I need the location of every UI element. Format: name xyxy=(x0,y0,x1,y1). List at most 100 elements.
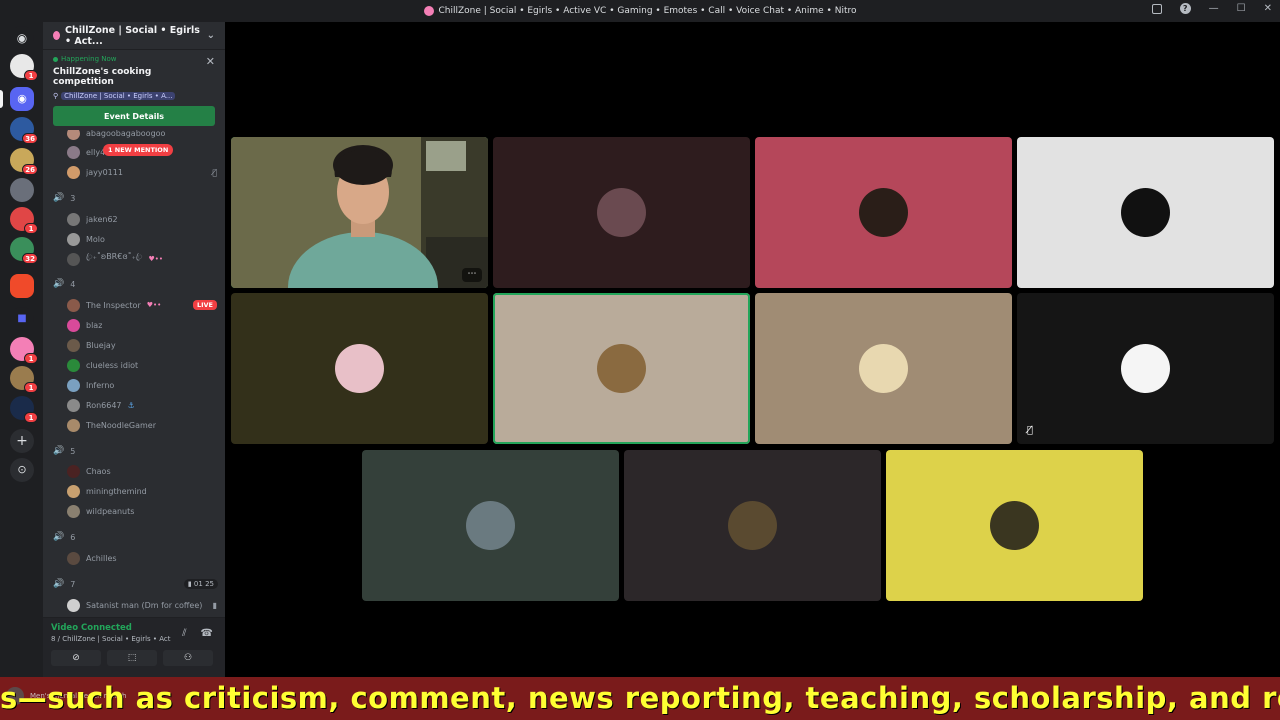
username: jaken62 xyxy=(86,214,118,224)
chevron-down-icon: ⌄ xyxy=(206,30,215,41)
voice-user[interactable]: TheNoodleGamer xyxy=(67,418,217,432)
channel-name: 5 xyxy=(70,446,76,456)
channel-name: 6 xyxy=(70,532,76,542)
live-badge: LIVE xyxy=(192,300,217,310)
video-tile-user[interactable] xyxy=(1017,137,1274,288)
avatar xyxy=(728,501,777,550)
voice-user[interactable]: Ron6647 ⚓ xyxy=(67,398,217,412)
video-tile-user[interactable] xyxy=(886,450,1143,601)
video-tile-user[interactable]: 🎙̸ xyxy=(1017,293,1274,444)
avatar xyxy=(67,212,80,226)
server-icon-3[interactable]: 26 xyxy=(10,148,38,175)
username: abagoobagaboogoo xyxy=(86,130,166,138)
disconnect-icon[interactable]: ☎ xyxy=(201,628,213,639)
muted-icon: 🎙̸ xyxy=(1027,425,1034,436)
voice-user[interactable]: blaz xyxy=(67,318,217,332)
video-tile-user[interactable] xyxy=(231,293,488,444)
event-details-button[interactable]: Event Details xyxy=(53,106,215,126)
voice-user[interactable]: Molo xyxy=(67,232,217,246)
discord-server-icon[interactable]: ◉ xyxy=(10,87,34,111)
server-icon-8[interactable]: 1 xyxy=(10,337,38,364)
muted-icon: 🎙̸ xyxy=(212,167,217,177)
channel-list: abagoobagaboogoo elly4220 1 NEW MENTION … xyxy=(43,130,225,617)
speaker-icon: 🔊 xyxy=(53,446,65,456)
server-logo-icon xyxy=(53,31,60,40)
window-controls: ? — ☐ ✕ xyxy=(1151,3,1272,14)
activity-button[interactable]: ⚇ xyxy=(163,650,213,666)
server-badge: 26 xyxy=(22,164,38,175)
close-window-button[interactable]: ✕ xyxy=(1264,3,1272,14)
inbox-icon[interactable] xyxy=(1151,3,1162,14)
event-status: Happening Now xyxy=(53,55,215,63)
video-tile-user[interactable] xyxy=(493,137,750,288)
active-server-pill xyxy=(0,90,3,108)
discord-home-icon[interactable]: ◉ xyxy=(10,26,34,50)
server-name: ChillZone | Social • Egirls • Act... xyxy=(64,24,200,47)
voice-user[interactable]: Satanist man (Dm for coffee) ▮ xyxy=(67,598,217,612)
voice-user[interactable]: Inferno xyxy=(67,378,217,392)
voice-user[interactable]: jaken62 xyxy=(67,212,217,226)
server-icon-4[interactable] xyxy=(10,178,34,202)
voice-user[interactable]: wildpeanuts xyxy=(67,504,217,518)
help-icon[interactable]: ? xyxy=(1179,3,1191,14)
voice-user[interactable]: jayy0111 🎙̸ xyxy=(67,165,217,179)
username: Ron6647 xyxy=(86,400,122,410)
avatar xyxy=(1121,344,1170,393)
channel-name: 7 xyxy=(70,579,76,589)
add-server-icon[interactable]: + xyxy=(10,429,34,453)
avatar xyxy=(67,338,80,352)
voice-user[interactable]: The Inspector ♥•• LIVE xyxy=(67,298,217,312)
voice-user[interactable]: abagoobagaboogoo xyxy=(67,130,217,140)
server-icon-2[interactable]: 36 xyxy=(10,117,38,144)
event-title: ChillZone's cooking competition xyxy=(53,67,152,87)
maximize-button[interactable]: ☐ xyxy=(1237,3,1246,14)
minimize-button[interactable]: — xyxy=(1209,3,1219,14)
server-icon-5[interactable]: 1 xyxy=(10,207,38,234)
voice-user[interactable]: Bluejay xyxy=(67,338,217,352)
voice-user[interactable]: Achilles xyxy=(67,551,217,565)
server-icon-6[interactable]: 32 xyxy=(10,237,38,264)
voice-channel-5[interactable]: 🔊 5 xyxy=(53,444,218,458)
close-icon[interactable]: ✕ xyxy=(206,55,215,68)
voice-channel-7[interactable]: 🔊 7 ▮ 01 25 xyxy=(53,577,218,591)
voice-user[interactable]: clueless idiot xyxy=(67,358,217,372)
voice-panel-buttons: ⊘ ⬚ ⚇ xyxy=(51,650,217,666)
screen-share-button[interactable]: ⬚ xyxy=(107,650,157,666)
server-icon-1[interactable]: 1 xyxy=(10,54,38,81)
camera-off-button[interactable]: ⊘ xyxy=(51,650,101,666)
noise-suppression-icon[interactable]: ⫽ xyxy=(182,628,186,639)
window-titlebar: ChillZone | Social • Egirls • Active VC … xyxy=(0,0,1280,22)
connected-channel[interactable]: 8 / ChillZone | Social • Egirls • Active… xyxy=(51,635,171,643)
video-tile-user[interactable] xyxy=(493,293,750,444)
video-tile-user[interactable] xyxy=(624,450,881,601)
channel-sidebar: ChillZone | Social • Egirls • Act... ⌄ H… xyxy=(43,22,225,687)
event-location-chip[interactable]: ChillZone | Social • Egirls • A... xyxy=(61,92,176,100)
voice-channel-4[interactable]: 🔊 4 xyxy=(53,277,218,291)
discover-icon[interactable]: ⊙ xyxy=(10,458,34,482)
video-tile-user[interactable] xyxy=(755,137,1012,288)
avatar xyxy=(67,358,80,372)
server-icon xyxy=(423,6,434,16)
server-icon-10[interactable]: 1 xyxy=(10,396,38,423)
username: Chaos xyxy=(86,466,111,476)
window-title-text: ChillZone | Social • Egirls • Active VC … xyxy=(438,6,857,16)
more-options-button[interactable]: ⋯ xyxy=(462,268,482,282)
voice-user[interactable]: miningthemind xyxy=(67,484,217,498)
video-tile-user[interactable] xyxy=(755,293,1012,444)
new-mention-pill[interactable]: 1 NEW MENTION xyxy=(103,144,174,156)
server-icon-7[interactable] xyxy=(10,274,34,298)
video-tile-camera[interactable]: ⋯ xyxy=(231,137,488,288)
heart-icon: ♥•• xyxy=(148,255,164,263)
event-location: ⚲ ChillZone | Social • Egirls • A... xyxy=(53,92,215,100)
voice-user[interactable]: Chaos xyxy=(67,464,217,478)
voice-user[interactable]: ꦿ₊˚ʚBR€ɞ˚₊ꦿ ♥•• xyxy=(67,252,217,266)
avatar xyxy=(859,188,908,237)
server-icon-9[interactable]: 1 xyxy=(10,366,38,393)
voice-channel-6[interactable]: 🔊 6 xyxy=(53,530,218,544)
avatar xyxy=(67,165,80,179)
folder-icon[interactable]: ■ xyxy=(10,307,34,331)
channel-user-count: ▮ 01 25 xyxy=(183,579,218,589)
video-tile-user[interactable] xyxy=(362,450,619,601)
server-header[interactable]: ChillZone | Social • Egirls • Act... ⌄ xyxy=(43,22,225,50)
voice-channel-3[interactable]: 🔊 3 xyxy=(53,191,218,205)
